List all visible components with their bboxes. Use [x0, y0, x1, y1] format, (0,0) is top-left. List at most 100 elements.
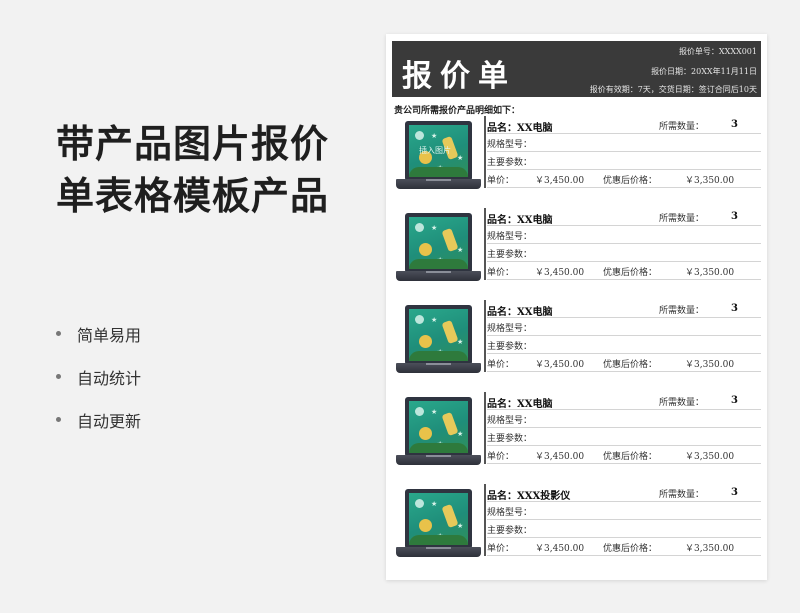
- promo-title: 带产品图片报价 单表格模板产品: [56, 118, 376, 222]
- feature-label: 自动更新: [77, 411, 142, 431]
- qty-value[interactable]: 3: [731, 303, 738, 314]
- spec-label: 规格型号：: [487, 416, 533, 426]
- unit-price-label: 单价：: [487, 452, 515, 462]
- feature-item: 简单易用: [56, 312, 141, 355]
- product-item: ★ ★ ★ 品名：XX电脑 所需数量： 3 规格型号： 主要参数： 单价： ￥3…: [396, 208, 761, 294]
- product-image[interactable]: ★ ★ ★: [396, 213, 481, 285]
- feature-label: 简单易用: [77, 325, 142, 345]
- spec-label: 规格型号：: [487, 140, 533, 150]
- params-row: 主要参数：: [487, 520, 761, 538]
- qty-value[interactable]: 3: [731, 487, 738, 498]
- product-image[interactable]: ★ ★ ★ 插入图片: [396, 121, 481, 193]
- product-image[interactable]: ★ ★ ★: [396, 305, 481, 377]
- laptop-screen-icon: ★ ★ ★: [405, 213, 472, 273]
- params-row: 主要参数：: [487, 152, 761, 170]
- unit-price-value[interactable]: ￥3,450.00: [535, 541, 584, 554]
- spec-row: 规格型号：: [487, 318, 761, 336]
- name-row: 品名：XXX投影仪 所需数量： 3: [487, 484, 761, 502]
- laptop-screen-icon: ★ ★ ★ 插入图片: [405, 121, 472, 181]
- discount-price-value[interactable]: ￥3,350.00: [685, 173, 734, 186]
- unit-price-value[interactable]: ￥3,450.00: [535, 265, 584, 278]
- product-item: ★ ★ ★ 品名：XX电脑 所需数量： 3 规格型号： 主要参数： 单价： ￥3…: [396, 300, 761, 386]
- product-item: ★ ★ ★ 插入图片 品名：XX电脑 所需数量： 3 规格型号： 主要参数： 单…: [396, 116, 761, 202]
- quote-date: 报价日期：20XX年11月11日: [651, 67, 757, 76]
- name-row: 品名：XX电脑 所需数量： 3: [487, 208, 761, 226]
- product-image[interactable]: ★ ★ ★: [396, 489, 481, 561]
- discount-price-label: 优惠后价格：: [603, 176, 658, 186]
- discount-price-value[interactable]: ￥3,350.00: [685, 357, 734, 370]
- quote-header: 报价单 报价单号：XXXX001 报价日期：20XX年11月11日 报价有效期：…: [392, 41, 761, 97]
- params-row: 主要参数：: [487, 428, 761, 446]
- unit-price-label: 单价：: [487, 360, 515, 370]
- bullet-icon: [56, 331, 61, 336]
- laptop-screen-icon: ★ ★ ★: [405, 397, 472, 457]
- quote-intro: 贵公司所需报价产品明细如下：: [394, 106, 521, 116]
- qty-label: 所需数量：: [659, 306, 705, 316]
- price-row: 单价： ￥3,450.00 优惠后价格： ￥3,350.00: [487, 354, 761, 372]
- product-image[interactable]: ★ ★ ★: [396, 397, 481, 469]
- spec-label: 规格型号：: [487, 324, 533, 334]
- quote-number: 报价单号：XXXX001: [678, 47, 757, 56]
- discount-price-label: 优惠后价格：: [603, 360, 658, 370]
- product-name: 品名：XX电脑: [487, 307, 553, 318]
- discount-price-label: 优惠后价格：: [603, 452, 658, 462]
- params-label: 主要参数：: [487, 434, 533, 444]
- qty-value[interactable]: 3: [731, 395, 738, 406]
- unit-price-label: 单价：: [487, 176, 515, 186]
- discount-price-label: 优惠后价格：: [603, 544, 658, 554]
- price-row: 单价： ￥3,450.00 优惠后价格： ￥3,350.00: [487, 446, 761, 464]
- qty-label: 所需数量：: [659, 122, 705, 132]
- unit-price-value[interactable]: ￥3,450.00: [535, 173, 584, 186]
- params-row: 主要参数：: [487, 244, 761, 262]
- bullet-icon: [56, 374, 61, 379]
- qty-label: 所需数量：: [659, 214, 705, 224]
- qty-label: 所需数量：: [659, 398, 705, 408]
- unit-price-label: 单价：: [487, 268, 515, 278]
- spec-row: 规格型号：: [487, 226, 761, 244]
- product-item: ★ ★ ★ 品名：XXX投影仪 所需数量： 3 规格型号： 主要参数： 单价： …: [396, 484, 761, 570]
- laptop-screen-icon: ★ ★ ★: [405, 305, 472, 365]
- discount-price-label: 优惠后价格：: [603, 268, 658, 278]
- spec-label: 规格型号：: [487, 232, 533, 242]
- unit-price-value[interactable]: ￥3,450.00: [535, 449, 584, 462]
- feature-item: 自动更新: [56, 398, 141, 441]
- feature-item: 自动统计: [56, 355, 141, 398]
- qty-value[interactable]: 3: [731, 211, 738, 222]
- name-row: 品名：XX电脑 所需数量： 3: [487, 116, 761, 134]
- product-name: 品名：XXX投影仪: [487, 491, 571, 502]
- discount-price-value[interactable]: ￥3,350.00: [685, 541, 734, 554]
- params-label: 主要参数：: [487, 526, 533, 536]
- params-label: 主要参数：: [487, 158, 533, 168]
- price-row: 单价： ￥3,450.00 优惠后价格： ￥3,350.00: [487, 170, 761, 188]
- feature-list: 简单易用 自动统计 自动更新: [56, 312, 141, 441]
- discount-price-value[interactable]: ￥3,350.00: [685, 265, 734, 278]
- promo-title-line2: 单表格模板产品: [56, 174, 330, 218]
- spec-row: 规格型号：: [487, 410, 761, 428]
- discount-price-value[interactable]: ￥3,350.00: [685, 449, 734, 462]
- bullet-icon: [56, 417, 61, 422]
- name-row: 品名：XX电脑 所需数量： 3: [487, 392, 761, 410]
- params-label: 主要参数：: [487, 342, 533, 352]
- name-row: 品名：XX电脑 所需数量： 3: [487, 300, 761, 318]
- params-row: 主要参数：: [487, 336, 761, 354]
- quote-validity: 报价有效期：7天，交货日期：签订合同后10天: [589, 85, 757, 94]
- quote-document: 报价单 报价单号：XXXX001 报价日期：20XX年11月11日 报价有效期：…: [386, 34, 767, 580]
- feature-label: 自动统计: [77, 368, 142, 388]
- qty-value[interactable]: 3: [731, 119, 738, 130]
- params-label: 主要参数：: [487, 250, 533, 260]
- quote-title: 报价单: [402, 59, 516, 94]
- unit-price-value[interactable]: ￥3,450.00: [535, 357, 584, 370]
- product-name: 品名：XX电脑: [487, 123, 553, 134]
- spec-row: 规格型号：: [487, 134, 761, 152]
- price-row: 单价： ￥3,450.00 优惠后价格： ￥3,350.00: [487, 262, 761, 280]
- product-name: 品名：XX电脑: [487, 215, 553, 226]
- spec-label: 规格型号：: [487, 508, 533, 518]
- image-placeholder-label: 插入图片: [419, 146, 451, 155]
- unit-price-label: 单价：: [487, 544, 515, 554]
- product-name: 品名：XX电脑: [487, 399, 553, 410]
- promo-title-line1: 带产品图片报价: [56, 122, 330, 166]
- spec-row: 规格型号：: [487, 502, 761, 520]
- price-row: 单价： ￥3,450.00 优惠后价格： ￥3,350.00: [487, 538, 761, 556]
- laptop-screen-icon: ★ ★ ★: [405, 489, 472, 549]
- product-item: ★ ★ ★ 品名：XX电脑 所需数量： 3 规格型号： 主要参数： 单价： ￥3…: [396, 392, 761, 478]
